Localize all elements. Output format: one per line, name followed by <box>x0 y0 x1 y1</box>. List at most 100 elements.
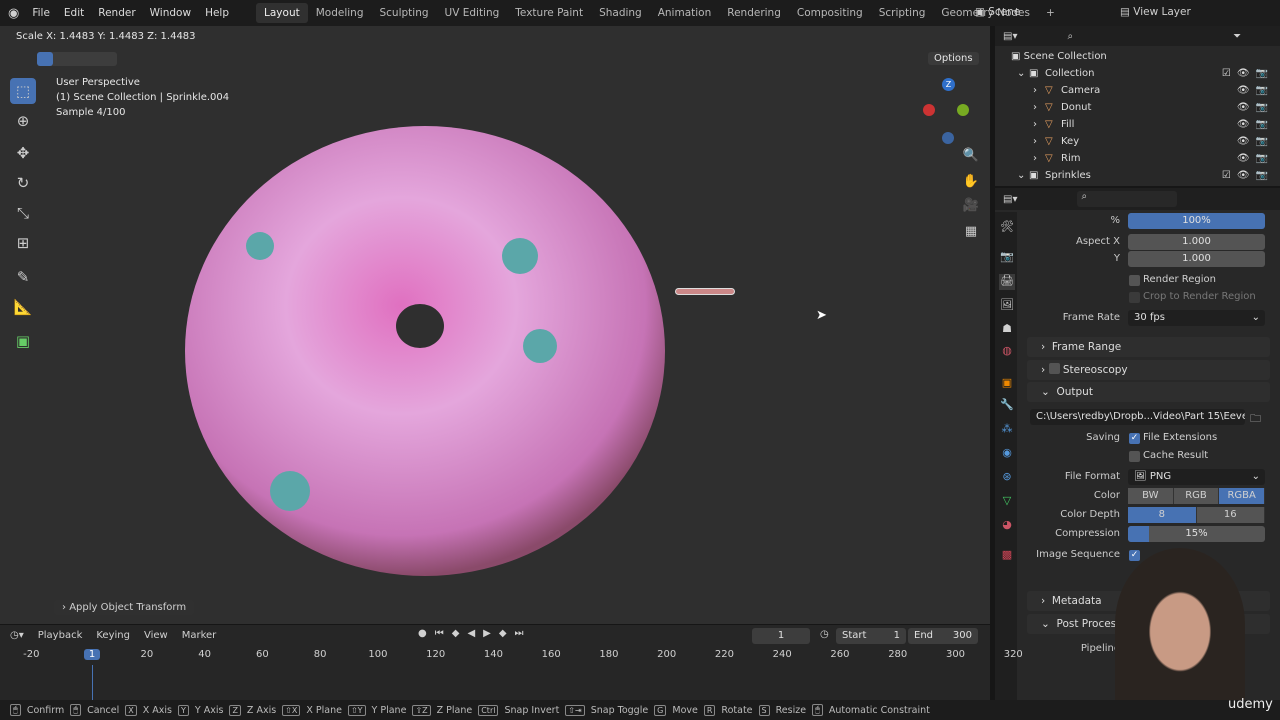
outliner-item[interactable]: ⌄ ▣ Sprinkles ☑👁📷 <box>995 167 1280 184</box>
editor-type-icon[interactable]: ◷▾ <box>10 630 24 641</box>
timeline-menu-marker[interactable]: Marker <box>182 630 217 641</box>
tab-compositing[interactable]: Compositing <box>789 3 871 23</box>
filter-search-icon[interactable]: ⌕ <box>1067 31 1073 42</box>
modifier-tab-icon[interactable]: 🔧 <box>999 398 1015 414</box>
crop-region-checkbox[interactable] <box>1129 292 1140 303</box>
expand-arrow-icon[interactable]: › <box>1033 136 1045 147</box>
material-tab-icon[interactable]: ◕ <box>999 518 1015 534</box>
selection-mode-buttons[interactable] <box>37 52 117 66</box>
visibility-toggles[interactable]: ☑👁📷 <box>1222 68 1274 79</box>
texture-tab-icon[interactable]: ▩ <box>999 548 1015 564</box>
constraints-tab-icon[interactable]: ⊛ <box>999 470 1015 486</box>
depth-option-16[interactable]: 16 <box>1196 507 1265 523</box>
frame-rate-dropdown[interactable]: 30 fps ⌄ <box>1128 310 1265 326</box>
scene-tab-icon[interactable]: ☗ <box>999 322 1015 338</box>
outliner-item[interactable]: › ▽ Fill 👁📷 <box>995 116 1280 133</box>
render-tab-icon[interactable]: 📷 <box>999 250 1015 266</box>
pan-hand-icon[interactable]: ✋ <box>960 174 982 196</box>
expand-arrow-icon[interactable]: › <box>1033 102 1045 113</box>
transform-tool[interactable]: ⊞ <box>10 230 36 256</box>
menu-help[interactable]: Help <box>198 7 236 19</box>
visibility-toggles[interactable]: 👁📷 <box>1237 136 1274 147</box>
output-path-input[interactable]: C:\Users\redby\Dropb...Video\Part 15\Eev… <box>1030 409 1245 425</box>
record-button[interactable]: ● <box>418 628 427 639</box>
zoom-icon[interactable]: 🔍 <box>960 148 982 170</box>
next-keyframe-button[interactable]: ◆ <box>499 628 507 639</box>
tab-uv-editing[interactable]: UV Editing <box>437 3 508 23</box>
visibility-toggles[interactable]: 👁📷 <box>1237 85 1274 96</box>
physics-tab-icon[interactable]: ◉ <box>999 446 1015 462</box>
expand-arrow-icon[interactable]: › <box>1033 153 1045 164</box>
render-region-checkbox[interactable] <box>1129 275 1140 286</box>
expand-arrow-icon[interactable]: ⌄ <box>1017 68 1029 79</box>
3d-viewport[interactable]: Scale X: 1.4483 Y: 1.4483 Z: 1.4483 ⬚ ⊕ … <box>0 26 990 624</box>
measure-tool[interactable]: 📐 <box>10 294 36 320</box>
timeline-menu-keying[interactable]: Keying <box>96 630 130 641</box>
scale-tool[interactable]: ⤡ <box>10 200 36 226</box>
editor-type-icon[interactable]: ▤▾ <box>1003 31 1017 42</box>
depth-option-8[interactable]: 8 <box>1128 507 1197 523</box>
select-box-tool[interactable]: ⬚ <box>10 78 36 104</box>
tab-rendering[interactable]: Rendering <box>719 3 789 23</box>
jump-end-button[interactable]: ⏭ <box>515 628 524 639</box>
timeline-menu-view[interactable]: View <box>144 630 168 641</box>
color-option-rgba[interactable]: RGBA <box>1219 488 1266 504</box>
cache-result-checkbox[interactable] <box>1129 451 1140 462</box>
outliner-item[interactable]: ⌄ ▣ Collection ☑👁📷 <box>995 65 1280 82</box>
output-panel[interactable]: ⌄ Output <box>1027 382 1270 402</box>
prev-keyframe-button[interactable]: ◆ <box>452 628 460 639</box>
resolution-percent-field[interactable]: 100% <box>1128 213 1265 229</box>
outliner-scene-collection[interactable]: ▣ Scene Collection <box>995 48 1280 65</box>
stereoscopy-panel[interactable]: › Stereoscopy <box>1027 360 1270 380</box>
menu-edit[interactable]: Edit <box>57 7 91 19</box>
file-format-dropdown[interactable]: 🖼 PNG ⌄ <box>1128 469 1265 485</box>
gizmo-z-axis[interactable]: Z <box>942 78 955 91</box>
scene-selector[interactable]: ▣ Scene <box>975 6 1020 18</box>
annotate-tool[interactable]: ✎ <box>10 264 36 290</box>
end-frame-field[interactable]: End 300 <box>908 628 978 644</box>
jump-start-button[interactable]: ⏮ <box>435 628 444 639</box>
timeline-ruler[interactable]: -20 1 20 40 60 80 100 120 140 160 180 200 220 240 260 2… <box>0 647 1023 700</box>
color-option-rgb[interactable]: RGB <box>1173 488 1220 504</box>
start-frame-field[interactable]: Start 1 <box>836 628 906 644</box>
visibility-toggles[interactable]: ☑👁📷 <box>1222 170 1274 181</box>
outliner-item[interactable]: › ▽ Donut 👁📷 <box>995 99 1280 116</box>
properties-search-input[interactable]: ⌕ <box>1077 191 1178 207</box>
last-operator-panel[interactable]: › Apply Object Transform <box>54 600 195 615</box>
particles-tab-icon[interactable]: ⁂ <box>999 422 1015 438</box>
expand-arrow-icon[interactable]: › <box>1033 119 1045 130</box>
visibility-toggles[interactable]: 👁📷 <box>1237 119 1274 130</box>
tab-modeling[interactable]: Modeling <box>308 3 372 23</box>
add-workspace-button[interactable]: + <box>1038 3 1063 23</box>
tool-tab-icon[interactable]: 🛠 <box>999 220 1015 236</box>
filter-icon[interactable]: ⏷ <box>1233 31 1241 42</box>
output-tab-icon[interactable]: 🖨 <box>999 274 1015 290</box>
camera-view-icon[interactable]: 🎥 <box>960 198 982 220</box>
timeline-menu-playback[interactable]: Playback <box>38 630 83 641</box>
tab-sculpting[interactable]: Sculpting <box>371 3 436 23</box>
menu-render[interactable]: Render <box>91 7 142 19</box>
file-extensions-checkbox[interactable]: ✓ <box>1129 433 1140 444</box>
overwrite-checkbox[interactable]: ✓ <box>1129 550 1140 561</box>
expand-arrow-icon[interactable]: › <box>1033 85 1045 96</box>
options-button[interactable]: Options <box>928 52 979 65</box>
menu-window[interactable]: Window <box>143 7 198 19</box>
move-tool[interactable]: ✥ <box>10 140 36 166</box>
aspect-x-field[interactable]: 1.000 <box>1128 234 1265 250</box>
tab-scripting[interactable]: Scripting <box>871 3 934 23</box>
aspect-y-field[interactable]: 1.000 <box>1128 251 1265 267</box>
editor-type-icon[interactable]: ▤▾ <box>1003 194 1017 205</box>
grid-perspective-icon[interactable]: ▦ <box>960 224 982 246</box>
frame-range-panel[interactable]: › Frame Range <box>1027 337 1270 357</box>
playhead[interactable] <box>92 665 93 700</box>
visibility-toggles[interactable]: 👁📷 <box>1237 102 1274 113</box>
world-tab-icon[interactable]: ◍ <box>999 344 1015 360</box>
outliner-item[interactable]: › ▽ Camera 👁📷 <box>995 82 1280 99</box>
tab-texture-paint[interactable]: Texture Paint <box>507 3 591 23</box>
view-layer-tab-icon[interactable]: 🖼 <box>999 298 1015 314</box>
tab-animation[interactable]: Animation <box>650 3 720 23</box>
compression-slider[interactable]: 15% <box>1128 526 1265 542</box>
current-frame-field[interactable]: 1 <box>752 628 810 644</box>
clock-icon[interactable]: ◷ <box>820 629 829 640</box>
tab-layout[interactable]: Layout <box>256 3 308 23</box>
